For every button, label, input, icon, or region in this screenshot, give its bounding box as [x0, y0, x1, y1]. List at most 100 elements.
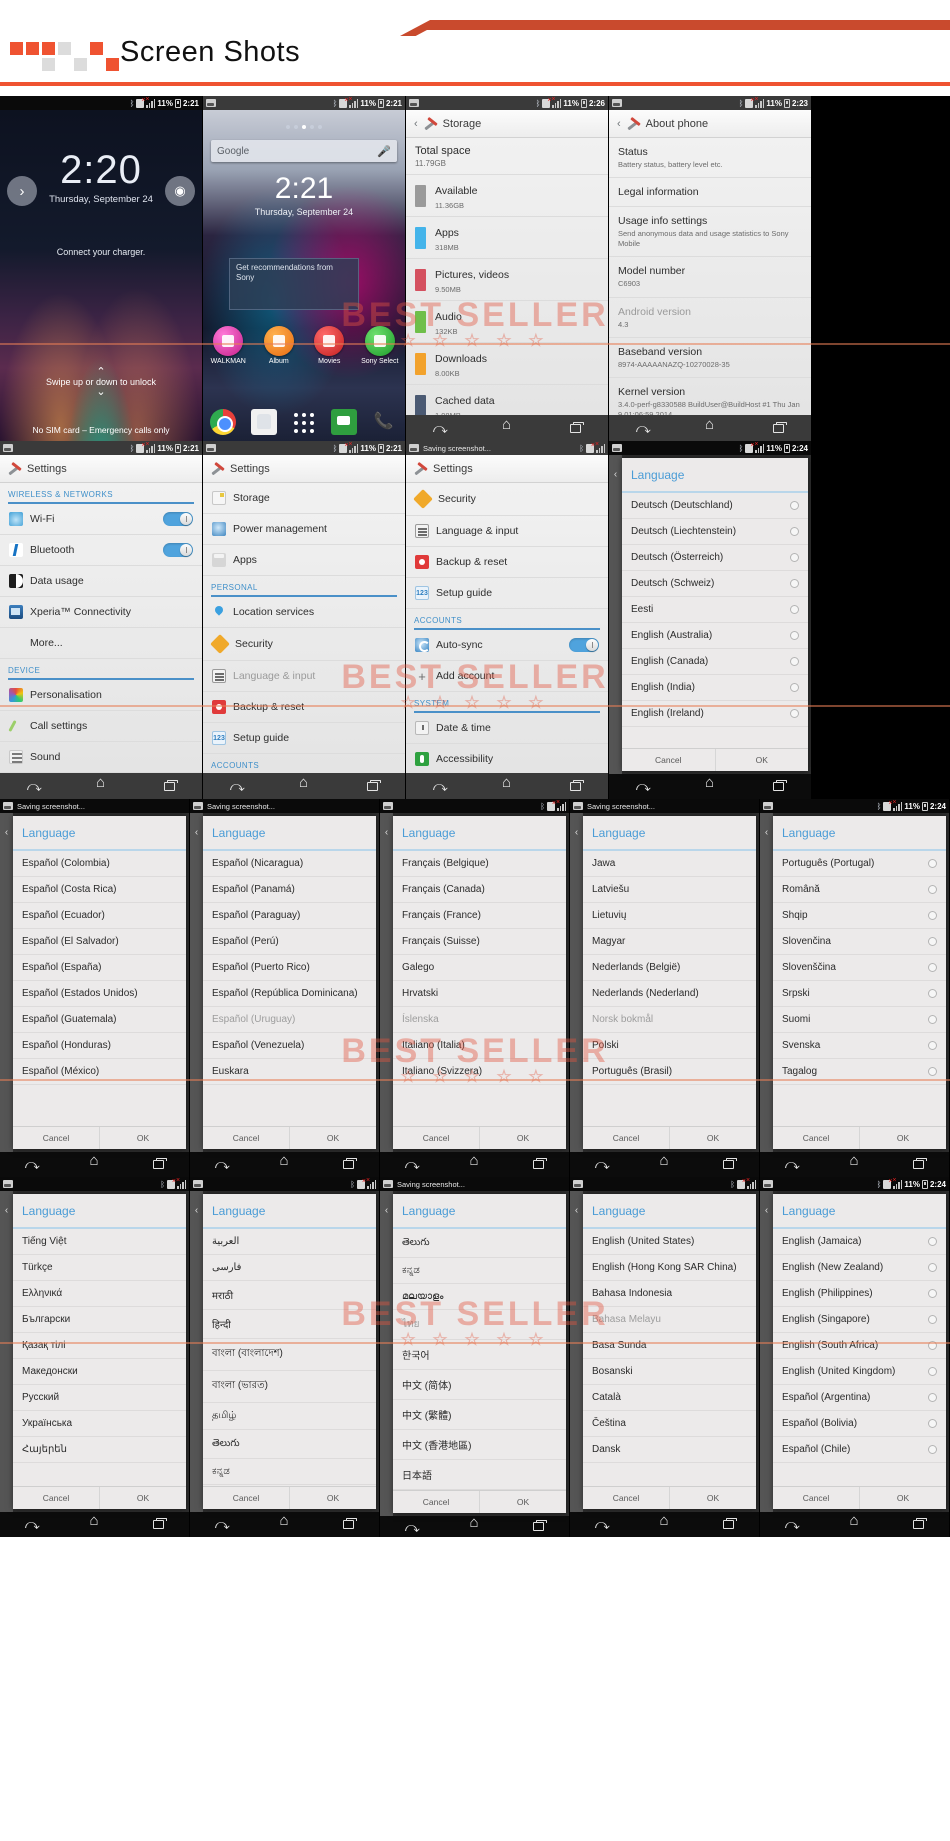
- sidebar-item-accessibility[interactable]: Accessibility: [406, 744, 608, 773]
- radio-button[interactable]: [790, 579, 799, 588]
- list-item[interactable]: Deutsch (Liechtenstein): [622, 519, 808, 545]
- back-icon[interactable]: ⤺: [27, 778, 42, 794]
- list-item[interactable]: Latviešu: [583, 877, 756, 903]
- radio-button[interactable]: [928, 1445, 937, 1454]
- back-chevron-icon[interactable]: ‹: [570, 1191, 583, 1512]
- recents-icon[interactable]: [152, 1517, 167, 1529]
- list-item[interactable]: Usage info settings Send anonymous data …: [609, 207, 811, 258]
- cancel-button[interactable]: Cancel: [583, 1487, 669, 1509]
- back-chevron-icon[interactable]: ‹: [0, 813, 13, 1152]
- list-item[interactable]: English (South Africa): [773, 1333, 946, 1359]
- list-item[interactable]: Français (France): [393, 903, 566, 929]
- language-list[interactable]: Jawa Latviešu Lietuvių Magyar Nederlands…: [583, 851, 756, 1126]
- list-item[interactable]: Galego: [393, 955, 566, 981]
- radio-button[interactable]: [928, 937, 937, 946]
- play-store-icon[interactable]: [250, 409, 277, 435]
- back-icon[interactable]: ⤺: [595, 1516, 610, 1532]
- sidebar-item-backup-reset[interactable]: Backup & reset: [203, 692, 405, 723]
- back-icon[interactable]: ⤺: [636, 778, 651, 794]
- radio-button[interactable]: [790, 709, 799, 718]
- list-item[interactable]: English (Australia): [622, 623, 808, 649]
- list-item[interactable]: Español (Argentina): [773, 1385, 946, 1411]
- nav-bar[interactable]: ⤺: [609, 773, 811, 799]
- list-item[interactable]: Español (España): [13, 955, 186, 981]
- home-icon[interactable]: [849, 1513, 862, 1530]
- list-item[interactable]: Deutsch (Deutschland): [622, 493, 808, 519]
- home-icon[interactable]: [89, 1513, 102, 1530]
- list-item[interactable]: मराठी: [203, 1281, 376, 1310]
- home-icon[interactable]: [279, 1153, 292, 1170]
- radio-button[interactable]: [928, 1315, 937, 1324]
- list-item[interactable]: Nederlands (België): [583, 955, 756, 981]
- radio-button[interactable]: [928, 1289, 937, 1298]
- home-icon[interactable]: [469, 1153, 482, 1170]
- ok-button[interactable]: OK: [669, 1486, 756, 1509]
- app-movies[interactable]: Movies: [306, 326, 352, 365]
- list-item[interactable]: Français (Canada): [393, 877, 566, 903]
- cancel-button[interactable]: Cancel: [583, 1127, 669, 1149]
- nav-bar[interactable]: ⤺: [609, 415, 811, 441]
- nav-bar[interactable]: ⤺: [380, 1515, 569, 1537]
- radio-button[interactable]: [790, 553, 799, 562]
- list-item[interactable]: Հայերեն: [13, 1437, 186, 1463]
- list-item[interactable]: తెలుగు: [393, 1229, 566, 1258]
- list-item[interactable]: Español (Estados Unidos): [13, 981, 186, 1007]
- sidebar-item-setup-guide[interactable]: 123 Setup guide: [406, 578, 608, 609]
- radio-button[interactable]: [928, 859, 937, 868]
- nav-bar[interactable]: ⤺: [190, 1511, 379, 1537]
- list-item[interactable]: Türkçe: [13, 1255, 186, 1281]
- back-icon[interactable]: ⤺: [25, 1516, 40, 1532]
- storage-titlebar[interactable]: ‹ Storage: [406, 110, 608, 138]
- app-sony-select[interactable]: Sony Select: [357, 326, 403, 365]
- list-item[interactable]: Español (Colombia): [13, 851, 186, 877]
- home-icon[interactable]: [705, 775, 718, 792]
- home-icon[interactable]: [502, 775, 515, 792]
- language-list[interactable]: Português (Portugal) Română Shqip Sloven…: [773, 851, 946, 1126]
- back-icon[interactable]: ⤺: [405, 1519, 420, 1535]
- radio-button[interactable]: [928, 885, 937, 894]
- list-item[interactable]: English (United Kingdom): [773, 1359, 946, 1385]
- sidebar-item-security[interactable]: Security: [406, 483, 608, 516]
- ok-button[interactable]: OK: [859, 1126, 946, 1149]
- list-item[interactable]: English (Canada): [622, 649, 808, 675]
- back-chevron-icon[interactable]: ‹: [760, 1191, 773, 1512]
- recents-icon[interactable]: [722, 1157, 737, 1169]
- radio-button[interactable]: [928, 911, 937, 920]
- sidebar-item-xperia-connectivity[interactable]: Xperia™ Connectivity: [0, 597, 202, 628]
- list-item[interactable]: Español (Bolivia): [773, 1411, 946, 1437]
- list-item[interactable]: Bosanski: [583, 1359, 756, 1385]
- back-icon[interactable]: ⤺: [595, 1156, 610, 1172]
- list-item[interactable]: Español (Paraguay): [203, 903, 376, 929]
- sidebar-item-auto-sync[interactable]: Auto-sync: [406, 630, 608, 661]
- list-item[interactable]: English (United States): [583, 1229, 756, 1255]
- sony-recommendations-widget[interactable]: Get recommendations from Sony: [229, 258, 359, 310]
- list-item[interactable]: Español (El Salvador): [13, 929, 186, 955]
- radio-button[interactable]: [790, 527, 799, 536]
- cancel-button[interactable]: Cancel: [773, 1127, 859, 1149]
- list-item[interactable]: Español (Uruguay): [203, 1007, 376, 1033]
- home-icon[interactable]: [469, 1515, 482, 1532]
- nav-bar[interactable]: ⤺: [380, 1151, 569, 1177]
- nav-bar[interactable]: ⤺: [760, 1511, 949, 1537]
- google-search-bar[interactable]: Google 🎤: [211, 140, 397, 162]
- list-item[interactable]: Español (Guatemala): [13, 1007, 186, 1033]
- settings-list[interactable]: Security Language & input Backup & reset…: [406, 483, 608, 773]
- back-chevron-icon[interactable]: ‹: [609, 455, 622, 774]
- back-chevron-icon[interactable]: ‹: [760, 813, 773, 1152]
- list-item[interactable]: Legal information: [609, 178, 811, 208]
- ok-button[interactable]: OK: [714, 748, 809, 771]
- recents-icon[interactable]: [342, 1517, 357, 1529]
- list-item[interactable]: Български: [13, 1307, 186, 1333]
- settings-list[interactable]: Storage Power management Apps PERSONAL L…: [203, 483, 405, 773]
- list-item[interactable]: Español (Nicaragua): [203, 851, 376, 877]
- radio-button[interactable]: [928, 1419, 937, 1428]
- sidebar-item-sound[interactable]: Sound: [0, 742, 202, 773]
- list-item[interactable]: Kernel version 3.4.0-perf-g8330588 Build…: [609, 378, 811, 415]
- recents-icon[interactable]: [532, 1520, 547, 1531]
- home-icon[interactable]: [299, 775, 312, 792]
- list-item[interactable]: Android version 4.3: [609, 298, 811, 338]
- list-item[interactable]: ಕನ್ನಡ: [203, 1459, 376, 1485]
- list-item[interactable]: Slovenščina: [773, 955, 946, 981]
- messaging-icon[interactable]: [331, 409, 358, 435]
- sidebar-item-add-account[interactable]: + Add account: [406, 661, 608, 692]
